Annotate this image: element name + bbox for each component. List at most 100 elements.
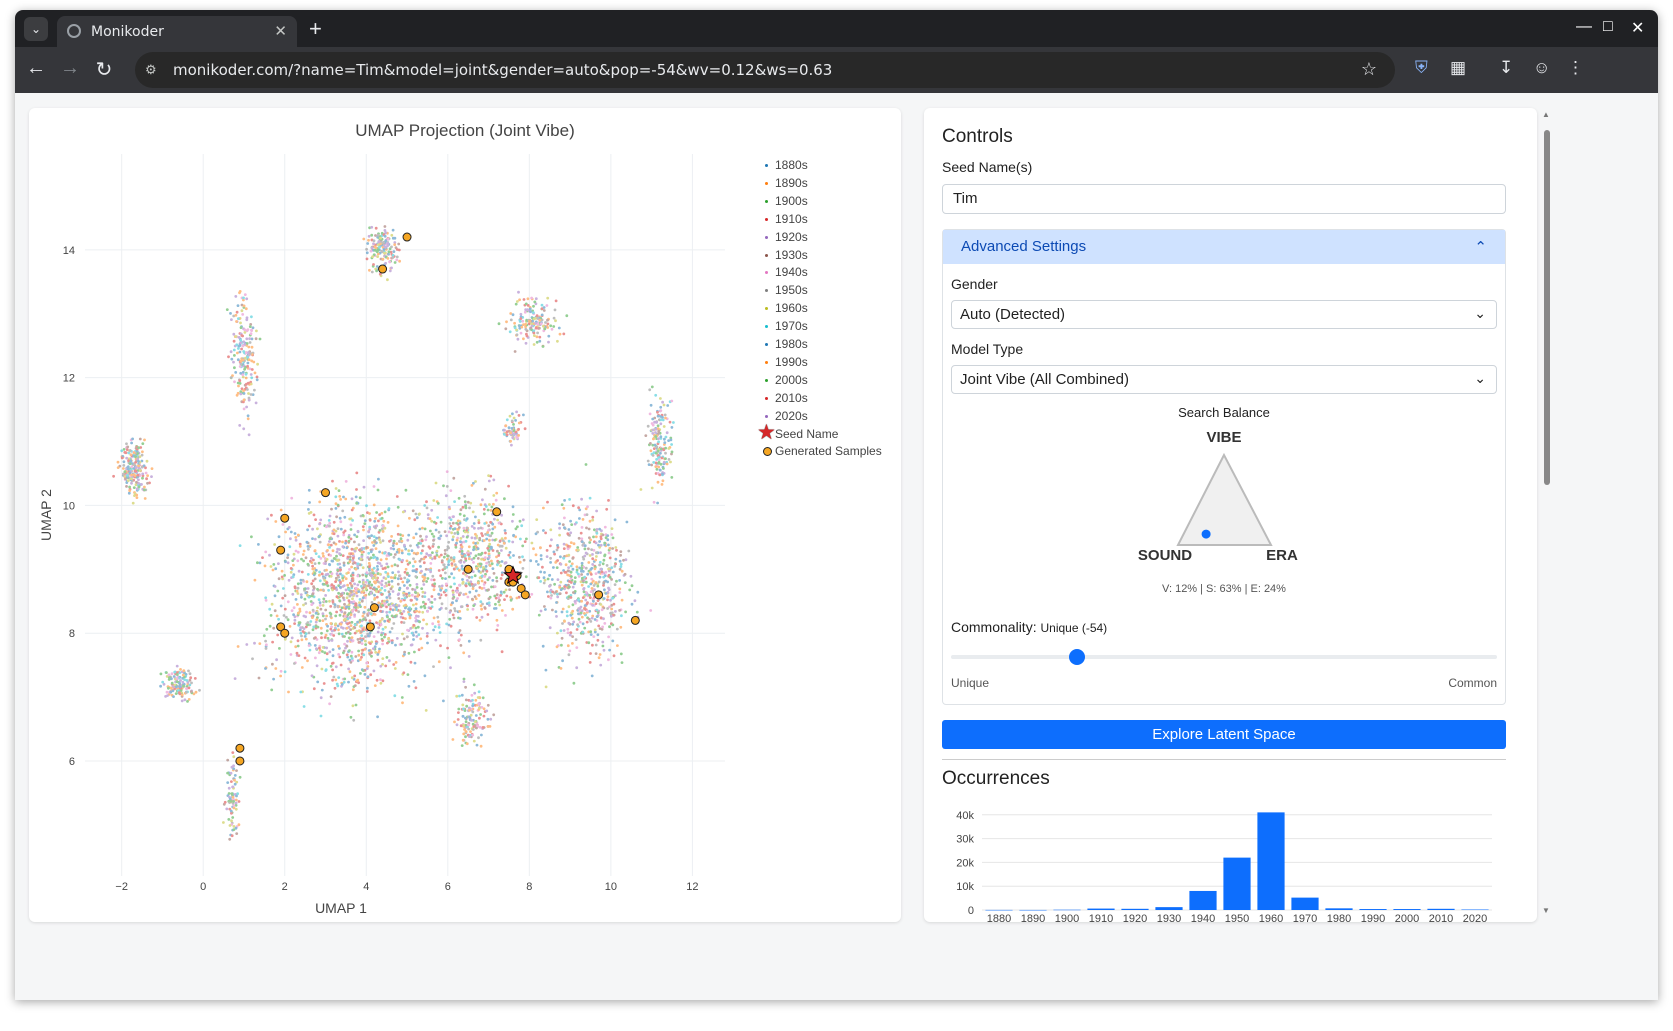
decade-point [356,529,360,533]
scrollbar[interactable]: ▲ ▼ [1541,108,1553,922]
decade-point [580,573,583,576]
occ-bar[interactable] [1291,897,1319,910]
shield-extension-icon[interactable]: ⛨ [1415,58,1428,78]
legend-item[interactable]: 1890s [765,176,808,190]
occurrences-bar-chart[interactable]: 010k20k30k40k1880 1890 1900 1910 1920 1930 194… [924,798,1537,922]
legend-item[interactable]: 1910s [765,212,808,226]
decade-point [472,556,476,560]
download-icon[interactable]: ↧ [1499,58,1513,78]
decade-point [277,535,281,539]
generated-sample-point[interactable] [235,756,245,766]
close-tab-icon[interactable]: ✕ [274,22,287,40]
profile-icon[interactable]: ☺ [1533,58,1550,78]
decade-point [406,628,409,632]
balance-triangle[interactable] [1176,452,1273,546]
decade-point [500,573,504,577]
occ-bar[interactable] [1121,908,1149,910]
legend-item[interactable]: 1940s [765,265,808,279]
legend-item[interactable]: 1880s [765,158,808,172]
extensions-icon[interactable]: ▦ [1450,58,1466,78]
generated-sample-point[interactable] [402,232,412,242]
legend-item[interactable]: 1900s [765,194,808,208]
site-info-icon[interactable]: ⚙ [145,62,157,78]
legend-item[interactable]: Generated Samples [763,444,882,458]
decade-point [347,636,351,640]
close-window-icon[interactable]: ✕ [1631,18,1644,38]
occ-bar[interactable] [1359,909,1387,910]
occ-bar[interactable] [1189,890,1217,910]
scroll-up-icon[interactable]: ▲ [1542,110,1550,119]
occ-bar[interactable] [1155,907,1183,910]
decade-point [521,555,524,559]
generated-sample-point[interactable] [520,590,530,600]
scrollbar-thumb[interactable] [1544,130,1550,485]
browser-tab[interactable]: Monikoder ✕ [57,16,297,47]
decade-point [540,303,544,307]
decade-point [610,527,614,530]
decade-point [575,666,579,670]
generated-sample-point[interactable] [280,628,290,638]
legend-item[interactable]: 2020s [765,409,808,423]
reload-icon[interactable]: ↻ [91,57,117,82]
decade-point [588,609,592,613]
generated-sample-point[interactable] [492,507,502,517]
legend-item[interactable]: 1920s [765,230,808,244]
minimize-icon[interactable]: — [1576,18,1592,36]
generated-sample-point[interactable] [594,590,604,600]
generated-sample-point[interactable] [280,513,290,523]
decade-point [474,714,478,717]
legend-item[interactable]: 1930s [765,248,808,262]
decade-point [607,588,611,591]
occ-bar[interactable] [1427,908,1455,910]
generated-sample-point[interactable] [235,743,245,753]
decade-point [232,806,236,810]
commonality-slider[interactable] [951,649,1497,665]
decade-point [349,613,353,617]
scroll-down-icon[interactable]: ▼ [1542,906,1550,915]
tab-search-icon[interactable]: ⌄ [24,17,48,41]
seed-name-input[interactable]: Tim [942,184,1506,214]
generated-sample-point[interactable] [365,622,375,632]
legend-item[interactable]: 1970s [765,319,808,333]
decade-point [227,818,231,821]
bookmark-star-icon[interactable]: ☆ [1361,59,1377,80]
explore-latent-space-button[interactable]: Explore Latent Space [942,720,1506,749]
back-icon[interactable]: ← [23,57,49,80]
legend-item[interactable]: 1990s [765,355,808,369]
model-type-select[interactable]: Joint Vibe (All Combined) ⌄ [951,365,1497,394]
occ-bar[interactable] [1087,908,1115,910]
gender-select[interactable]: Auto (Detected) ⌄ [951,300,1497,329]
generated-sample-point[interactable] [463,564,473,574]
occ-bar[interactable] [1223,857,1251,910]
occ-bar[interactable] [1019,909,1047,911]
occ-bar[interactable] [1393,909,1421,910]
slider-thumb[interactable] [1068,649,1085,665]
occ-bar[interactable] [1461,909,1489,911]
generated-sample-point[interactable] [321,488,331,498]
umap-scatter-plot[interactable]: −2 0 2 4 6 8 10 1268101214UMAP 1UMAP 2 [29,108,901,922]
new-tab-icon[interactable]: + [309,16,322,42]
occ-bar[interactable] [1257,812,1285,910]
search-balance-triangle[interactable]: VIBE SOUND ERA V: 12% | S: 63% | E: 24% [943,423,1505,603]
legend-item[interactable]: 2000s [765,373,808,387]
generated-sample-point[interactable] [378,264,388,274]
generated-sample-point[interactable] [369,603,379,613]
occ-bar[interactable] [1053,909,1081,911]
advanced-settings-toggle[interactable]: Advanced Settings ⌃ [943,230,1505,264]
legend-item[interactable]: 1950s [765,283,808,297]
forward-icon[interactable]: → [57,57,83,80]
decade-point [543,327,547,331]
occ-bar[interactable] [1325,908,1353,910]
legend-item[interactable]: 1980s [765,337,808,351]
legend-item[interactable]: 2010s [765,391,808,405]
generated-sample-point[interactable] [276,545,286,555]
occ-bar[interactable] [985,909,1013,911]
maximize-icon[interactable]: □ [1603,18,1613,36]
balance-handle[interactable] [1201,529,1211,539]
generated-sample-point[interactable] [630,615,640,625]
address-bar[interactable]: ⚙ monikoder.com/?name=Tim&model=joint&ge… [135,52,1395,88]
legend-item[interactable]: ★ Seed Name [757,421,838,444]
decade-point [534,321,538,325]
menu-icon[interactable]: ⋮ [1567,58,1584,78]
legend-item[interactable]: 1960s [765,301,808,315]
